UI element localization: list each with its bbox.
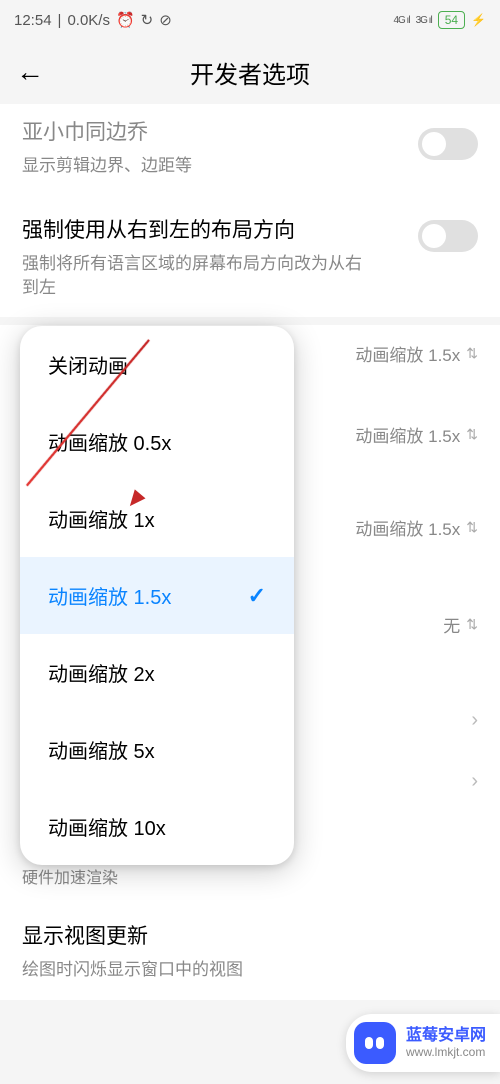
- chevron-right-icon: ›: [471, 709, 478, 732]
- toggle-layout-bounds[interactable]: [418, 128, 478, 160]
- status-time: 12:54: [14, 12, 52, 29]
- updown-icon: ⇅: [466, 519, 478, 536]
- dialog-option-2x[interactable]: 动画缩放 2x: [20, 634, 294, 711]
- status-bar: 12:54 | 0.0K/s ⏰ ↻ ⊘ 4G ıl 3G ıl 54 ⚡: [0, 0, 500, 40]
- signal-3g: 3G ıl: [416, 15, 432, 26]
- app-header: ← 开发者选项: [0, 40, 500, 104]
- setting-force-rtl[interactable]: 强制使用从右到左的布局方向 强制将所有语言区域的屏幕布局方向改为从右到左: [0, 196, 500, 318]
- watermark: 蓝莓安卓网 www.lmkjt.com: [346, 1014, 500, 1072]
- updown-icon: ⇅: [466, 426, 478, 443]
- watermark-name: 蓝莓安卓网: [406, 1026, 486, 1045]
- dialog-option-1-5x[interactable]: 动画缩放 1.5x ✓: [20, 557, 294, 634]
- setting-desc: 显示剪辑边界、边距等: [22, 154, 362, 178]
- status-left: 12:54 | 0.0K/s ⏰ ↻ ⊘: [14, 11, 172, 29]
- setting-title: 显示视图更新: [22, 920, 478, 950]
- alarm-icon: ⏰: [116, 11, 135, 29]
- setting-title: 亚小巾同边乔: [22, 116, 478, 146]
- setting-layout-bounds[interactable]: 亚小巾同边乔 显示剪辑边界、边距等: [0, 104, 500, 196]
- watermark-logo-icon: [354, 1022, 396, 1064]
- setting-value: 动画缩放 1.5x: [355, 515, 460, 540]
- setting-desc: 强制将所有语言区域的屏幕布局方向改为从右到左: [22, 252, 362, 300]
- animation-scale-dialog: 关闭动画 动画缩放 0.5x 动画缩放 1x 动画缩放 1.5x ✓ 动画缩放 …: [20, 326, 294, 865]
- check-icon: ✓: [248, 583, 266, 609]
- back-button[interactable]: ←: [16, 56, 44, 88]
- setting-desc: 绘图时闪烁显示窗口中的视图: [22, 958, 362, 982]
- updown-icon: ⇅: [466, 616, 478, 633]
- watermark-url: www.lmkjt.com: [406, 1045, 486, 1059]
- setting-value: 动画缩放 1.5x: [355, 422, 460, 447]
- status-net-speed: 0.0K/s: [67, 12, 110, 29]
- setting-title: 强制使用从右到左的布局方向: [22, 214, 478, 244]
- status-divider: |: [58, 12, 62, 29]
- toggle-force-rtl[interactable]: [418, 220, 478, 252]
- battery-indicator: 54: [438, 11, 465, 29]
- dialog-option-off[interactable]: 关闭动画: [20, 326, 294, 403]
- charging-icon: ⚡: [471, 13, 486, 27]
- status-right: 4G ıl 3G ıl 54 ⚡: [393, 11, 486, 29]
- dialog-option-1x[interactable]: 动画缩放 1x: [20, 480, 294, 557]
- dialog-option-5x[interactable]: 动画缩放 5x: [20, 711, 294, 788]
- chevron-right-icon: ›: [471, 770, 478, 793]
- updown-icon: ⇅: [466, 345, 478, 362]
- dnd-icon: ⊘: [159, 11, 172, 29]
- dialog-option-10x[interactable]: 动画缩放 10x: [20, 788, 294, 865]
- setting-show-view-updates[interactable]: 显示视图更新 绘图时闪烁显示窗口中的视图: [0, 902, 500, 1000]
- sync-icon: ↻: [141, 11, 154, 29]
- setting-value: 动画缩放 1.5x: [355, 341, 460, 366]
- page-title: 开发者选项: [190, 55, 310, 90]
- signal-4g: 4G ıl: [393, 15, 409, 26]
- setting-value: 无: [443, 612, 460, 637]
